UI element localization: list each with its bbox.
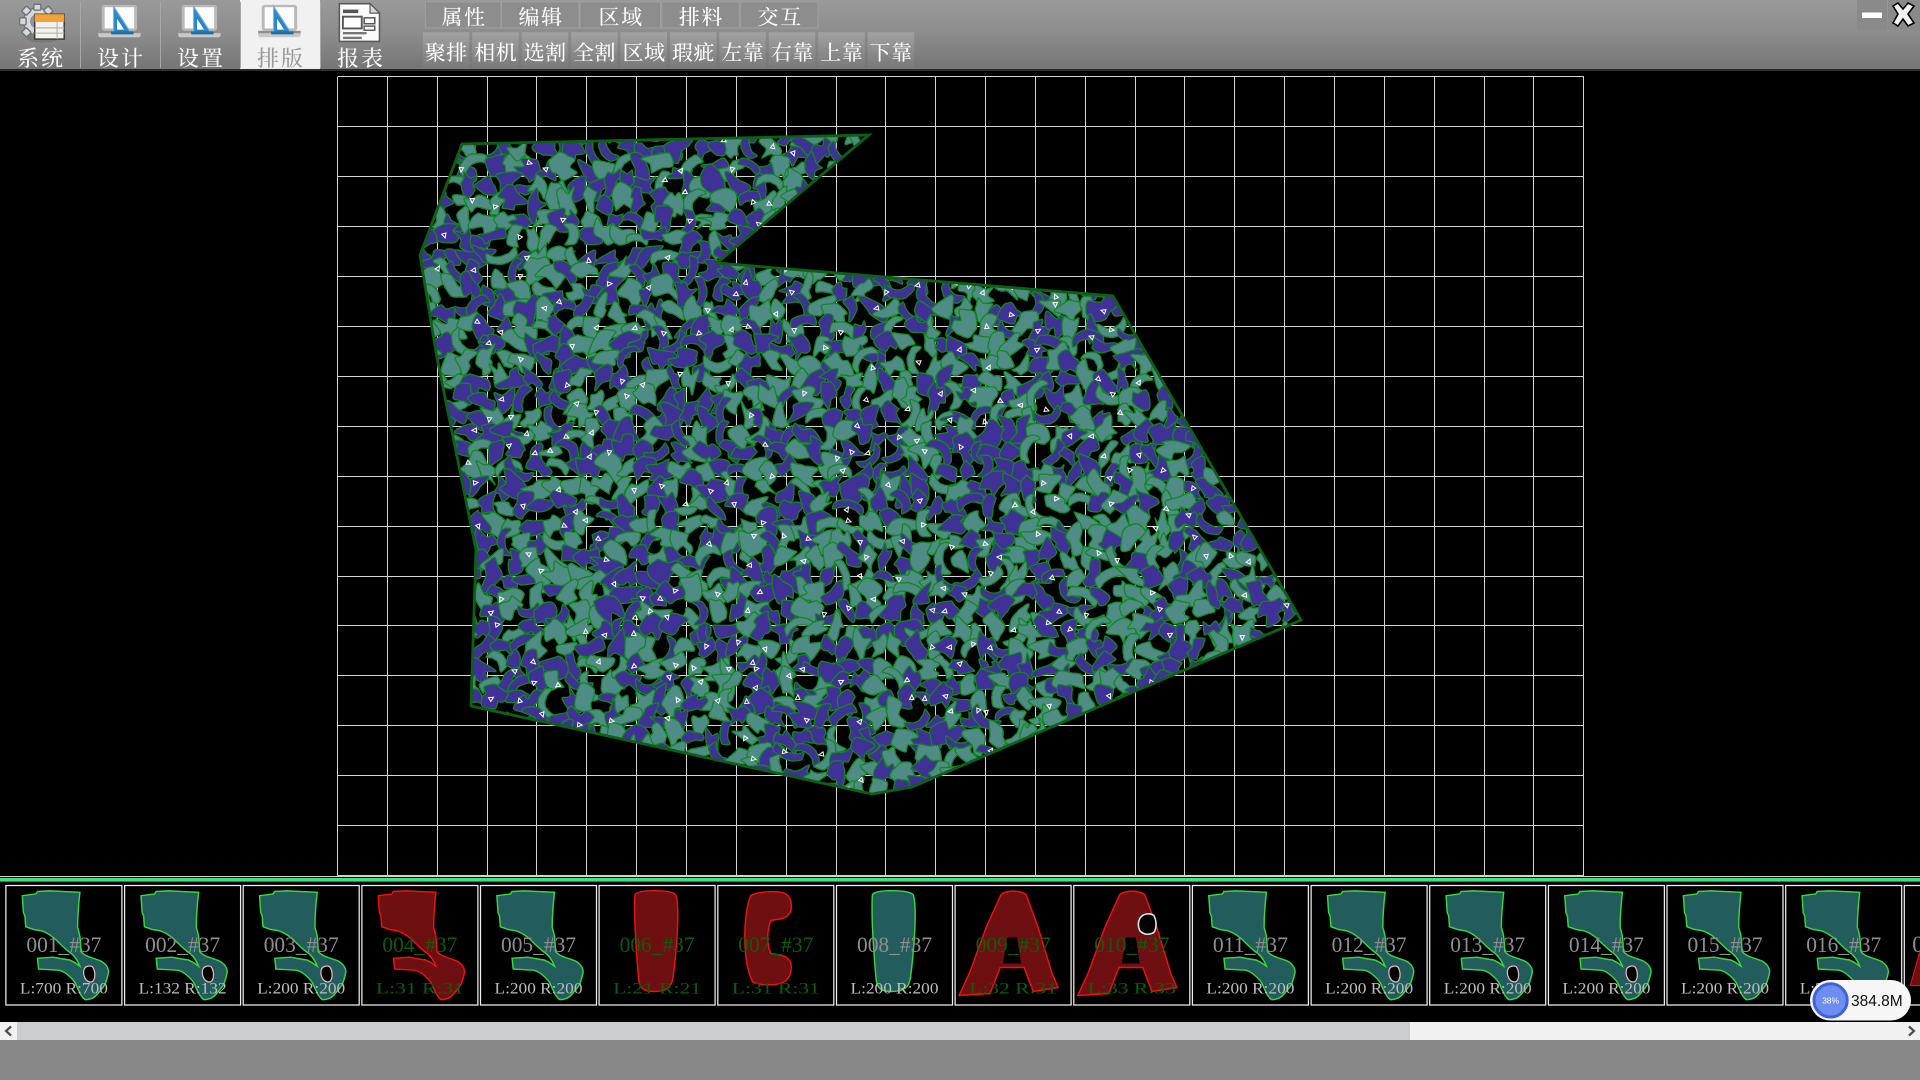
svg-text:006_#37: 006_#37 [620,932,695,957]
svg-text:015_#37: 015_#37 [1688,932,1763,957]
svg-text:L:33 R:33: L:33 R:33 [1088,981,1176,998]
svg-text:012_#37: 012_#37 [1332,932,1407,957]
svg-text:L:200 R:200: L:200 R:200 [1444,981,1532,998]
svg-text:008_#37: 008_#37 [857,932,932,957]
svg-text:L:200 R:200: L:200 R:200 [257,981,345,998]
svg-text:0: 0 [1912,932,1920,957]
svg-text:L:200 R:200: L:200 R:200 [851,981,939,998]
svg-text:010_#37: 010_#37 [1094,932,1169,957]
svg-text:L:31 R:31: L:31 R:31 [376,981,464,998]
svg-text:384.8M: 384.8M [1851,993,1903,1010]
svg-text:003_#37: 003_#37 [264,932,339,957]
svg-text:007_#37: 007_#37 [738,932,813,957]
svg-text:L:200 R:200: L:200 R:200 [1681,981,1769,998]
svg-text:001_#37: 001_#37 [26,932,101,957]
svg-text:014_#37: 014_#37 [1569,932,1644,957]
svg-text:L:200 R:200: L:200 R:200 [495,981,583,998]
svg-text:L:200 R:200: L:200 R:200 [1206,981,1294,998]
svg-text:009_#37: 009_#37 [976,932,1051,957]
svg-text:016_#37: 016_#37 [1806,932,1881,957]
svg-text:011_#37: 011_#37 [1213,932,1288,957]
svg-text:L:700 R:700: L:700 R:700 [20,981,108,998]
svg-text:38%: 38% [1822,996,1839,1006]
svg-text:L:132 R:132: L:132 R:132 [139,981,227,998]
svg-text:L:21 R:21: L:21 R:21 [613,981,701,998]
svg-text:L:32 R:31: L:32 R:31 [969,981,1057,998]
svg-text:L:200 R:200: L:200 R:200 [1562,981,1650,998]
svg-text:002_#37: 002_#37 [145,932,220,957]
svg-text:013_#37: 013_#37 [1450,932,1525,957]
svg-text:L:200 R:200: L:200 R:200 [1325,981,1413,998]
svg-text:L:31 R:31: L:31 R:31 [732,981,820,998]
svg-text:004_#37: 004_#37 [382,932,457,957]
svg-text:005_#37: 005_#37 [501,932,576,957]
